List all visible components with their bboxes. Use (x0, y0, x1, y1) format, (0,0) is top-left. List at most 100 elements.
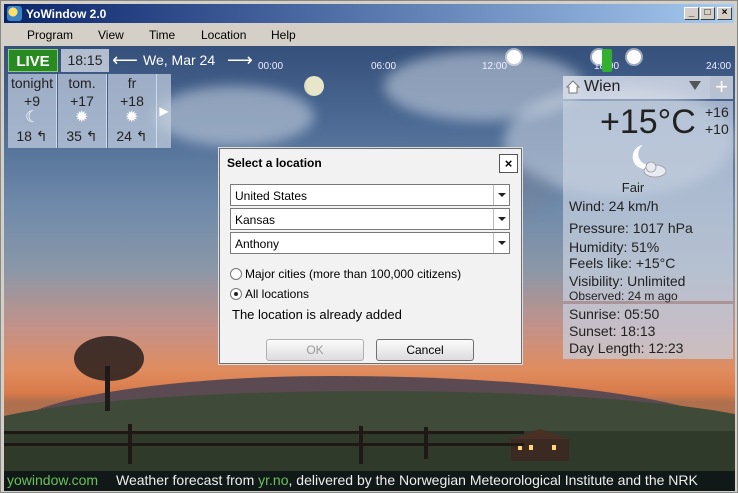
select-location-dialog: Select a location × United States Kansas… (219, 148, 522, 364)
forecast-wind: 24 ↰ (116, 128, 148, 144)
fence-rail (4, 431, 524, 434)
weather-panel: Wien + +15°C +16 +10 Fair Wind: 24 km/h … (563, 76, 733, 361)
sun-icon (507, 50, 521, 64)
forecast-day-label: tom. (68, 75, 96, 91)
visibility: Visibility: Unlimited (569, 273, 686, 289)
timeline-tick: 00:00 (258, 61, 284, 72)
credit-suffix: , delivered by the Norwegian Meteorologi… (288, 472, 698, 488)
forecast-temp: +17 (70, 93, 94, 109)
title-bar[interactable]: YoWindow 2.0 _ □ × (4, 4, 734, 23)
menu-location[interactable]: Location (201, 28, 246, 42)
forecast-wind: 35 ↰ (66, 128, 98, 144)
city-selector[interactable]: Wien + (563, 76, 733, 99)
close-window-button[interactable]: × (717, 7, 732, 20)
minimize-button[interactable]: _ (684, 7, 699, 20)
fence-post (359, 426, 363, 464)
forecast-temp: +18 (120, 93, 144, 109)
close-icon[interactable]: × (499, 154, 518, 173)
fence-rail (4, 443, 524, 446)
major-cities-label[interactable]: Major cities (more than 100,000 citizens… (245, 267, 461, 281)
sun-info: Sunrise: 05:50 Sunset: 18:13 Day Length:… (563, 304, 733, 359)
timeline-tick: 24:00 (706, 61, 732, 72)
credit-prefix: Weather forecast from (116, 472, 259, 488)
condition: Fair (621, 180, 645, 195)
forecast-day[interactable]: tom. +17 ✹ 35 ↰ (58, 74, 107, 148)
cloud (154, 86, 314, 146)
city-value: Anthony (235, 237, 280, 251)
major-cities-radio[interactable] (230, 268, 242, 280)
moon-cloud-icon (632, 145, 667, 178)
status-message: The location is already added (232, 307, 402, 322)
menu-bar: Program View Time Location Help (4, 24, 734, 45)
state-select[interactable]: Kansas (230, 208, 510, 230)
moon-icon: ☾ (25, 109, 40, 126)
timeline-tick: 06:00 (371, 61, 397, 72)
forecast-temp: +9 (24, 93, 40, 109)
cancel-button[interactable]: Cancel (376, 339, 474, 361)
app-icon (7, 6, 22, 21)
house-window (529, 445, 533, 450)
temp-high: +16 (705, 104, 729, 120)
timeline-handle[interactable] (602, 49, 612, 72)
chevron-down-icon[interactable] (493, 185, 509, 205)
chevron-down-icon[interactable] (493, 233, 509, 253)
moon-icon (304, 76, 324, 96)
city-select[interactable]: Anthony (230, 232, 510, 254)
pressure: Pressure: 1017 hPa (569, 220, 693, 236)
tree-trunk (105, 366, 110, 411)
app-window: YoWindow 2.0 _ □ × Program View Time Loc… (0, 0, 738, 493)
sun-icon (627, 50, 641, 64)
observed: Observed: 24 m ago (569, 289, 678, 303)
site-link[interactable]: yowindow.com (7, 472, 98, 488)
timeline-tick: 12:00 (482, 61, 508, 72)
fence-post (424, 427, 428, 459)
yr-link[interactable]: yr.no (258, 472, 288, 488)
sunrise: Sunrise: 05:50 (569, 306, 660, 322)
sun-icon: ✹ (125, 109, 139, 126)
credit-text: Weather forecast from yr.no, delivered b… (116, 472, 698, 488)
current-time: 18:15 (61, 49, 109, 72)
add-location-button[interactable]: + (710, 76, 733, 99)
temp-low: +10 (705, 121, 729, 137)
current-temperature: +15°C (600, 103, 696, 141)
maximize-button[interactable]: □ (700, 7, 715, 20)
dialog-title: Select a location (227, 156, 322, 170)
house-window (552, 445, 556, 450)
home-icon (566, 80, 580, 94)
footer-bar: yowindow.com Weather forecast from yr.no… (4, 471, 735, 491)
sunset: Sunset: 18:13 (569, 323, 656, 339)
menu-time[interactable]: Time (149, 28, 175, 42)
all-locations-radio[interactable] (230, 288, 242, 300)
fence-post (128, 424, 132, 464)
menu-help[interactable]: Help (271, 28, 296, 42)
timeline-slider[interactable]: 00:00 06:00 12:00 18:00 24:00 (254, 49, 734, 72)
wind: Wind: 24 km/h (569, 198, 659, 214)
forecast-strip: tonight +9 ☾ 18 ↰ tom. +17 ✹ 35 ↰ fr +18… (8, 74, 171, 148)
forecast-day[interactable]: tonight +9 ☾ 18 ↰ (8, 74, 57, 148)
all-locations-label[interactable]: All locations (245, 287, 309, 301)
day-length: Day Length: 12:23 (569, 340, 684, 356)
state-value: Kansas (235, 213, 276, 227)
country-select[interactable]: United States (230, 184, 510, 206)
live-button[interactable]: LIVE (8, 49, 58, 72)
forecast-day[interactable]: fr +18 ✹ 24 ↰ (108, 74, 157, 148)
forecast-next-arrow-icon[interactable]: ▶ (157, 74, 171, 148)
forecast-wind: 18 ↰ (16, 128, 48, 144)
humidity: Humidity: 51% (569, 239, 660, 255)
forecast-day-label: tonight (10, 75, 54, 91)
forecast-day-label: fr (127, 75, 137, 91)
chevron-down-icon[interactable] (493, 209, 509, 229)
feels-like: Feels like: +15°C (569, 255, 676, 271)
ok-button[interactable]: OK (266, 339, 364, 361)
sun-icon: ✹ (75, 109, 89, 126)
city-name: Wien (584, 78, 621, 95)
next-day-arrow-icon[interactable]: ⟶ (227, 50, 253, 70)
menu-view[interactable]: View (98, 28, 124, 42)
chevron-down-icon[interactable] (689, 81, 701, 90)
window-title: YoWindow 2.0 (26, 7, 107, 21)
menu-program[interactable]: Program (27, 28, 73, 42)
country-value: United States (235, 189, 308, 203)
current-date: We, Mar 24 (143, 52, 216, 68)
current-weather: +15°C +16 +10 Fair Wind: 24 km/h Pressur… (563, 101, 733, 303)
prev-day-arrow-icon[interactable]: ⟵ (112, 50, 138, 70)
